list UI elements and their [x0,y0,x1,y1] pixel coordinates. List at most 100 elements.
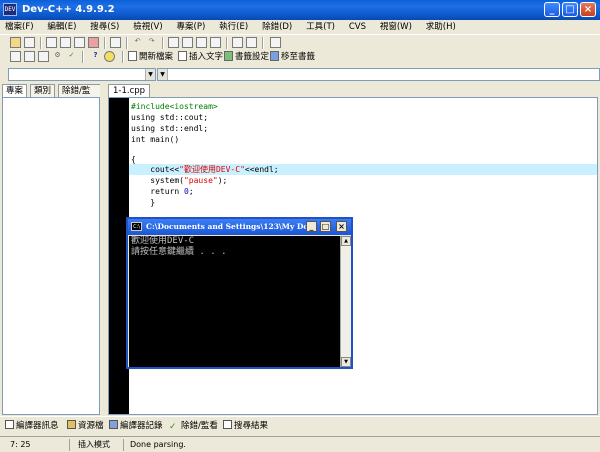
code-line: return 0; [131,186,194,197]
left-tabs: 專案 類別 除錯/監看 [2,84,102,109]
tab-resources[interactable]: 資源檔 [64,420,107,434]
menu-help[interactable]: 求助(H) [421,20,456,34]
find-results-icon [223,420,232,429]
class-combo-bar: ▼ ▼ [0,66,600,82]
toolbar-separator [162,37,164,49]
menu-search[interactable]: 搜尋(S) [85,20,119,34]
minimize-button[interactable]: _ [544,2,560,17]
options-icon[interactable]: ⚙ [52,51,63,62]
toolbar-separator [40,37,42,49]
window-title: Dev-C++ 4.9.9.2 [22,4,115,15]
project-panel[interactable] [2,97,100,415]
menu-edit[interactable]: 編輯(E) [42,20,76,34]
menu-view[interactable]: 檢視(V) [128,20,162,34]
toolbar-separator [226,37,228,49]
code-token: ); [217,176,228,185]
menu-file[interactable]: 檔案(F) [0,20,34,34]
console-close-button[interactable]: × [336,221,347,232]
tab-debug-watch[interactable]: 除錯/監看 [58,84,102,109]
tab-label: 除錯/監看 [181,421,218,431]
code-line: int main() [131,135,180,144]
save-all-icon[interactable] [74,37,85,48]
new-file-icon[interactable] [46,37,57,48]
scroll-down-icon[interactable]: ▼ [341,357,351,367]
tab-debug[interactable]: ✓ 除錯/監看 [166,420,221,434]
save-icon[interactable] [60,37,71,48]
code-line: cout<<"歡迎使用DEV-C"<<endl; [131,164,279,175]
tab-label: 搜尋結果 [234,421,269,431]
console-title-bar[interactable]: C:\ C:\Documents and Settings\123\My Doc… [128,219,351,235]
secondary-toolbar: ⚙ ✓ ? 開新檔案 插入文字 書籤設定 移至書籤 [0,49,600,66]
about-icon[interactable] [104,51,115,62]
goto-bookmark-label: 移至書籤 [281,52,316,62]
main-window: DEV Dev-C++ 4.9.9.2 _ □ × 檔案(F) 編輯(E) 搜尋… [0,0,600,452]
tab-compile-log[interactable]: 編譯器記錄 [106,420,166,434]
goto-line-icon[interactable] [210,37,221,48]
scroll-up-icon[interactable]: ▲ [341,236,351,246]
console-minimize-button[interactable]: _ [306,221,317,232]
find-next-icon[interactable] [196,37,207,48]
panel-splitter[interactable] [100,84,106,416]
editor-tabs: 1-1.cpp [106,84,600,98]
replace-icon[interactable] [182,37,193,48]
open-project-icon[interactable] [24,37,35,48]
remove-file-icon[interactable] [38,51,49,62]
insert-text-icon [178,51,187,61]
code-token: cout<< [131,165,180,174]
menu-execute[interactable]: 執行(E) [214,20,248,34]
title-bar[interactable]: DEV Dev-C++ 4.9.9.2 _ □ × [0,0,600,20]
bottom-tabs: 編譯器訊息 資源檔 編譯器記錄 ✓ 除錯/監看 搜尋結果 [0,416,600,436]
toggle-bookmark-icon[interactable] [270,37,281,48]
undo-icon[interactable]: ↶ [132,37,143,48]
chevron-down-icon[interactable]: ▼ [158,69,168,80]
find-icon[interactable] [168,37,179,48]
maximize-button[interactable]: □ [562,2,578,17]
close-file-icon[interactable] [88,37,99,48]
insert-text-button[interactable]: 插入文字 [178,51,223,64]
close-button[interactable]: × [580,2,596,17]
console-maximize-button[interactable]: □ [320,221,331,232]
print-icon[interactable] [110,37,121,48]
code-token: return [131,187,184,196]
menu-project[interactable]: 專案(P) [172,20,206,34]
tab-find-results[interactable]: 搜尋結果 [220,420,271,434]
redo-icon[interactable]: ↷ [146,37,157,48]
toolbar-separator [262,37,264,49]
tab-classes[interactable]: 類別 [30,84,56,98]
console-output[interactable]: 歡迎使用DEV-C 請按任意鍵繼續 . . . [129,236,340,367]
console-window[interactable]: C:\ C:\Documents and Settings\123\My Doc… [126,217,353,369]
status-bar: 7: 25 插入模式 Done parsing. [0,436,600,452]
code-token: ; [188,187,194,196]
new-file-button[interactable]: 開新檔案 [128,51,173,64]
check-icon[interactable]: ✓ [66,51,77,62]
console-title: C:\Documents and Settings\123\My Documen… [146,222,308,231]
class-select[interactable]: ▼ [8,68,156,81]
toolbar-separator [82,51,84,63]
goto-bookmark-button[interactable]: 移至書籤 [270,51,315,64]
class-browser-icon[interactable] [10,51,21,62]
new-project-icon[interactable] [10,37,21,48]
bookmark-button[interactable]: 書籤設定 [224,51,269,64]
menu-debug[interactable]: 除錯(D) [257,20,292,34]
tab-label: 編譯器訊息 [16,421,59,431]
code-line: using std::endl; [131,124,209,133]
console-icon: C:\ [131,222,142,231]
tab-file[interactable]: 1-1.cpp [108,84,151,98]
tab-compiler[interactable]: 編譯器訊息 [2,420,62,434]
add-file-icon[interactable] [24,51,35,62]
menu-tools[interactable]: 工具(T) [301,20,335,34]
indent-icon[interactable] [246,37,257,48]
new-file-icon [128,51,137,61]
console-scrollbar[interactable]: ▲ ▼ [340,236,351,367]
new-file-label: 開新檔案 [139,52,174,62]
chevron-down-icon[interactable]: ▼ [145,69,155,80]
menu-cvs[interactable]: CVS [344,20,366,34]
cursor-position: 7: 25 [6,439,70,451]
unindent-icon[interactable] [232,37,243,48]
code-token: <<endl; [244,165,279,174]
code-line: #include<iostream> [131,102,218,111]
menu-window[interactable]: 視窗(W) [375,20,412,34]
compile-log-icon [109,420,118,429]
help-icon[interactable]: ? [90,51,101,62]
member-select[interactable]: ▼ [157,68,600,81]
